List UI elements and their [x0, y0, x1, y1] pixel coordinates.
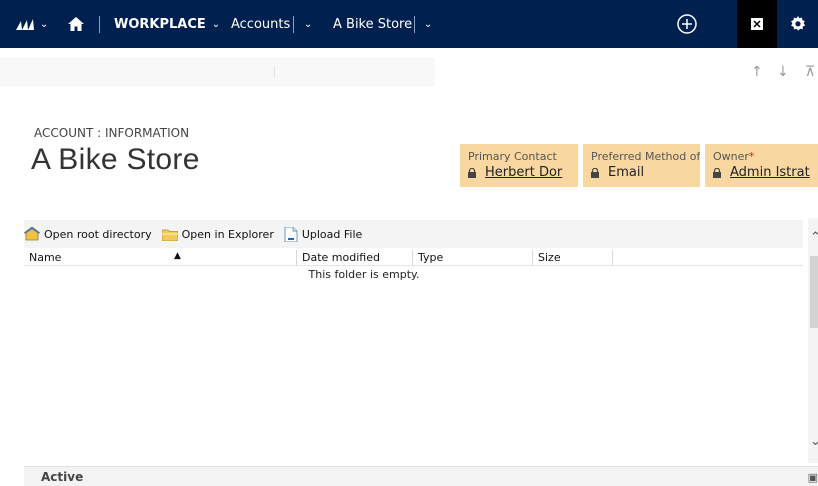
header-field-owner[interactable]: Owner* Admin Istrat [705, 144, 818, 187]
header-field-primary-contact[interactable]: Primary Contact Herbert Dor [460, 144, 578, 187]
accounts-dropdown[interactable]: ⌄ [298, 0, 312, 48]
nav-divider [99, 16, 100, 33]
lock-icon [713, 167, 721, 178]
dynamics-logo-icon [16, 19, 34, 30]
header-field-preferred-method[interactable]: Preferred Method of Email [583, 144, 700, 187]
home-button[interactable] [68, 0, 84, 48]
column-header-date-modified[interactable]: Date modified [297, 250, 413, 266]
close-box-icon [751, 18, 763, 30]
preferred-method-value: Email [608, 165, 645, 180]
field-label: Owner [713, 150, 749, 163]
nav-divider [293, 16, 294, 33]
record-status: Active [41, 470, 84, 484]
next-record-arrow-icon[interactable]: ↓ [777, 64, 789, 80]
previous-record-arrow-icon[interactable]: ↑ [751, 64, 763, 80]
settings-button[interactable] [777, 0, 818, 48]
home-icon [68, 17, 84, 31]
save-icon[interactable]: ▣ [808, 471, 818, 484]
file-explorer: Open root directory Open in Explorer Upl… [24, 220, 803, 464]
chevron-down-icon: ⌄ [424, 18, 433, 30]
create-new-button[interactable] [670, 0, 704, 48]
gear-icon [790, 16, 805, 31]
accounts-label: Accounts [231, 16, 291, 32]
app-logo-button[interactable]: ⌄ [16, 0, 48, 48]
toolbar-label: Open in Explorer [181, 227, 274, 241]
record-dropdown[interactable]: ⌄ [418, 0, 432, 48]
column-header-size[interactable]: Size [533, 250, 613, 266]
lock-icon [468, 167, 476, 178]
status-bar: Active ▣ [24, 466, 818, 486]
top-nav-bar: ⌄ WORKPLACE ⌄ Accounts ⌄ A Bike Store ⌄ [0, 0, 818, 48]
page-title: A Bike Store [31, 143, 200, 176]
lock-icon [591, 167, 599, 178]
file-grid-header: Name ▲ Date modified Type Size [24, 250, 803, 266]
nav-divider [414, 16, 415, 33]
scroll-up-icon[interactable]: ⌃ [810, 230, 818, 245]
column-header-type[interactable]: Type [413, 250, 533, 266]
field-label: Primary Contact [468, 150, 557, 163]
upload-file-button[interactable]: Upload File [284, 226, 363, 242]
entity-form-label: ACCOUNT : INFORMATION [34, 126, 190, 140]
home-folder-icon [24, 227, 40, 241]
toolbar-label: Upload File [301, 227, 363, 241]
scroll-down-icon[interactable]: ⌄ [810, 434, 818, 449]
workplace-menu[interactable]: WORKPLACE ⌄ [114, 0, 220, 48]
owner-link[interactable]: Admin Istrat [730, 165, 810, 180]
field-label: Preferred Method of [591, 150, 700, 163]
folder-icon [161, 229, 178, 241]
plus-circle-icon [677, 14, 697, 34]
command-bar-placeholder [0, 58, 435, 86]
open-in-explorer-button[interactable]: Open in Explorer [161, 227, 274, 241]
scrollbar-thumb[interactable] [810, 256, 818, 328]
open-root-directory-button[interactable]: Open root directory [24, 227, 152, 241]
chevron-down-icon: ⌄ [40, 18, 49, 30]
chevron-down-icon: ⌄ [211, 18, 221, 30]
vertical-scrollbar[interactable] [808, 218, 818, 463]
empty-folder-message: This folder is empty. [308, 268, 420, 281]
chevron-down-icon: ⌄ [304, 18, 313, 30]
collapse-header-icon[interactable]: ⊼ [805, 64, 815, 80]
required-indicator: * [748, 150, 755, 163]
command-divider [274, 66, 275, 78]
sort-ascending-icon: ▲ [174, 251, 181, 261]
accounts-link[interactable]: Accounts [231, 0, 290, 48]
record-label: A Bike Store [333, 16, 413, 32]
column-header-name[interactable]: Name ▲ [24, 250, 297, 266]
record-link[interactable]: A Bike Store [333, 0, 412, 48]
duplicate-detection-button[interactable] [737, 0, 777, 48]
primary-contact-link[interactable]: Herbert Dor [485, 165, 562, 180]
toolbar-label: Open root directory [44, 227, 152, 241]
upload-file-icon [284, 226, 298, 242]
explorer-toolbar: Open root directory Open in Explorer Upl… [24, 220, 803, 248]
workplace-label: WORKPLACE [114, 16, 206, 32]
